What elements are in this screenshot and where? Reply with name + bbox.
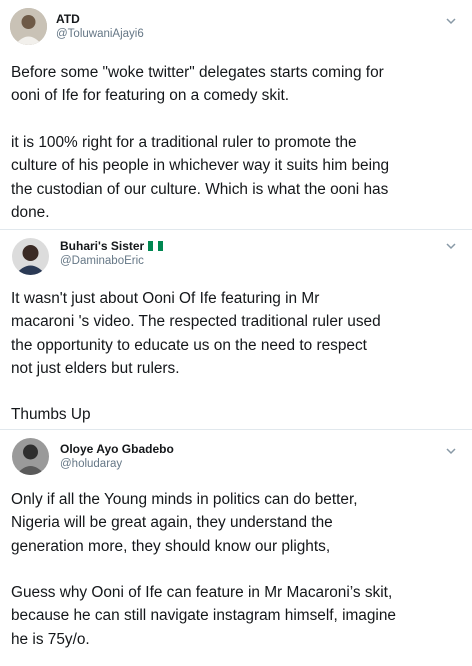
user-handle[interactable]: @ToluwaniAjayi6: [56, 28, 144, 40]
display-name[interactable]: Buhari's Sister: [60, 239, 164, 253]
tweet-text-para-1: Before some "woke twitter" delegates sta…: [11, 64, 384, 105]
chevron-down-icon[interactable]: [444, 14, 458, 28]
tweet-text-para-1: It wasn't just about Ooni Of Ife featuri…: [11, 290, 381, 378]
avatar[interactable]: [12, 238, 49, 275]
user-handle[interactable]: @holudaray: [60, 458, 122, 470]
chevron-down-icon[interactable]: [444, 239, 458, 253]
chevron-down-icon[interactable]: [444, 444, 458, 458]
avatar[interactable]: [10, 8, 47, 45]
display-name-text: Buhari's Sister: [60, 239, 145, 253]
display-name[interactable]: Oloye Ayo Gbadebo: [60, 442, 174, 456]
tweet-text-para-2: it is 100% right for a traditional ruler…: [11, 134, 390, 222]
tweet-3[interactable]: Oloye Ayo Gbadebo @holudaray Only if all…: [0, 430, 472, 666]
tweet-2[interactable]: Buhari's Sister @DaminaboEric It wasn't …: [0, 230, 472, 429]
display-name[interactable]: ATD: [56, 12, 80, 26]
nigeria-flag-icon: [148, 241, 164, 251]
tweet-1[interactable]: ATD @ToluwaniAjayi6 Before some "woke tw…: [0, 0, 472, 229]
tweet-text-para-2: Thumbs Up: [11, 406, 91, 423]
user-handle[interactable]: @DaminaboEric: [60, 255, 144, 267]
tweet-text-para-2: Guess why Ooni of Ife can feature in Mr …: [11, 584, 396, 648]
avatar[interactable]: [12, 438, 49, 475]
tweet-text-para-1: Only if all the Young minds in politics …: [11, 491, 358, 555]
